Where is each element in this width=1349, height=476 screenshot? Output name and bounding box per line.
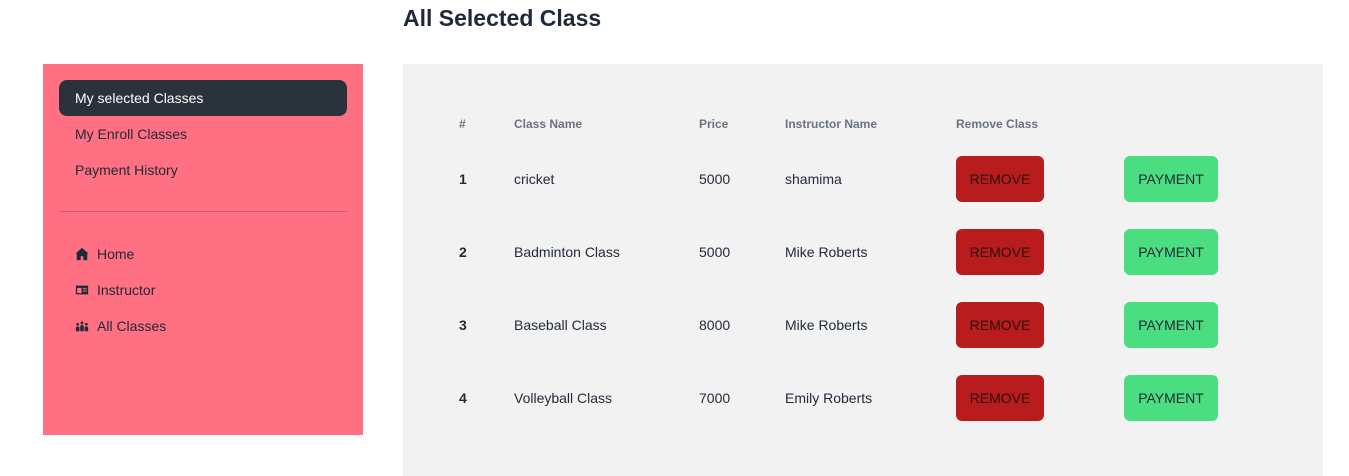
remove-button[interactable]: REMOVE: [956, 374, 1044, 421]
column-header-payment: [1124, 106, 1244, 142]
instructor-cell: Mike Roberts: [785, 316, 868, 333]
instructor-cell: Emily Roberts: [785, 389, 873, 406]
payment-button[interactable]: PAYMENT: [1124, 228, 1218, 275]
sidebar-item-label: My Enroll Classes: [75, 126, 188, 142]
instructor-cell: Mike Roberts: [785, 243, 868, 260]
selected-classes-table: # Class Name Price Instructor Name Remov…: [446, 106, 1244, 434]
remove-button[interactable]: REMOVE: [956, 228, 1044, 275]
sidebar: My selected Classes My Enroll Classes Pa…: [43, 64, 363, 435]
sidebar-item-my-selected-classes[interactable]: My selected Classes: [59, 80, 347, 116]
sidebar-item-label: Payment History: [75, 162, 178, 178]
sidebar-item-payment-history[interactable]: Payment History: [59, 152, 347, 188]
remove-cell: REMOVE: [956, 142, 1124, 215]
table-row: 1 cricket 5000 shamima REMOVE PAYMENT: [446, 142, 1244, 215]
class-name-cell: cricket: [514, 170, 555, 187]
sidebar-item-label: My selected Classes: [75, 90, 204, 106]
sidebar-item-all-classes[interactable]: All Classes: [59, 308, 347, 344]
dashboard-menu: My selected Classes My Enroll Classes Pa…: [59, 80, 347, 188]
sidebar-divider: [59, 211, 347, 212]
payment-button[interactable]: PAYMENT: [1124, 301, 1218, 348]
sidebar-item-instructor[interactable]: Instructor: [59, 272, 347, 308]
row-index: 1: [459, 170, 467, 187]
classroom-icon: [75, 321, 89, 332]
payment-button[interactable]: PAYMENT: [1124, 374, 1218, 421]
payment-cell: PAYMENT: [1124, 142, 1244, 215]
site-nav: Home Instructor All Classes: [59, 236, 347, 344]
class-name-cell: Volleyball Class: [514, 389, 613, 406]
sidebar-item-home[interactable]: Home: [59, 236, 347, 272]
price-cell: 5000: [699, 170, 731, 187]
price-cell: 8000: [699, 316, 731, 333]
column-header-class-name: Class Name: [514, 117, 583, 131]
sidebar-item-label: All Classes: [97, 318, 167, 334]
table-row: 4 Volleyball Class 7000 Emily Roberts RE…: [446, 361, 1244, 434]
selected-classes-panel: # Class Name Price Instructor Name Remov…: [403, 64, 1323, 476]
class-name-cell: Badminton Class: [514, 243, 620, 260]
column-header-price: Price: [699, 117, 729, 131]
column-header-instructor-name: Instructor Name: [785, 117, 878, 131]
row-index: 3: [459, 316, 467, 333]
column-header-index: #: [459, 117, 466, 131]
instructor-cell: shamima: [785, 170, 842, 187]
column-header-remove-class: Remove Class: [956, 117, 1039, 131]
sidebar-item-my-enroll-classes[interactable]: My Enroll Classes: [59, 116, 347, 152]
remove-cell: REMOVE: [956, 215, 1124, 288]
sidebar-item-label: Home: [97, 246, 135, 262]
remove-button[interactable]: REMOVE: [956, 155, 1044, 202]
row-index: 2: [459, 243, 467, 260]
remove-cell: REMOVE: [956, 288, 1124, 361]
class-name-cell: Baseball Class: [514, 316, 607, 333]
sidebar-item-label: Instructor: [97, 282, 156, 298]
id-card-icon: [75, 285, 89, 295]
payment-button[interactable]: PAYMENT: [1124, 155, 1218, 202]
price-cell: 5000: [699, 243, 731, 260]
home-icon: [75, 247, 89, 261]
payment-cell: PAYMENT: [1124, 215, 1244, 288]
payment-cell: PAYMENT: [1124, 361, 1244, 434]
payment-cell: PAYMENT: [1124, 288, 1244, 361]
table-header-row: # Class Name Price Instructor Name Remov…: [446, 106, 1244, 142]
page-title: All Selected Class: [403, 5, 602, 31]
row-index: 4: [459, 389, 467, 406]
table-row: 2 Badminton Class 5000 Mike Roberts REMO…: [446, 215, 1244, 288]
remove-button[interactable]: REMOVE: [956, 301, 1044, 348]
price-cell: 7000: [699, 389, 731, 406]
remove-cell: REMOVE: [956, 361, 1124, 434]
table-row: 3 Baseball Class 8000 Mike Roberts REMOV…: [446, 288, 1244, 361]
